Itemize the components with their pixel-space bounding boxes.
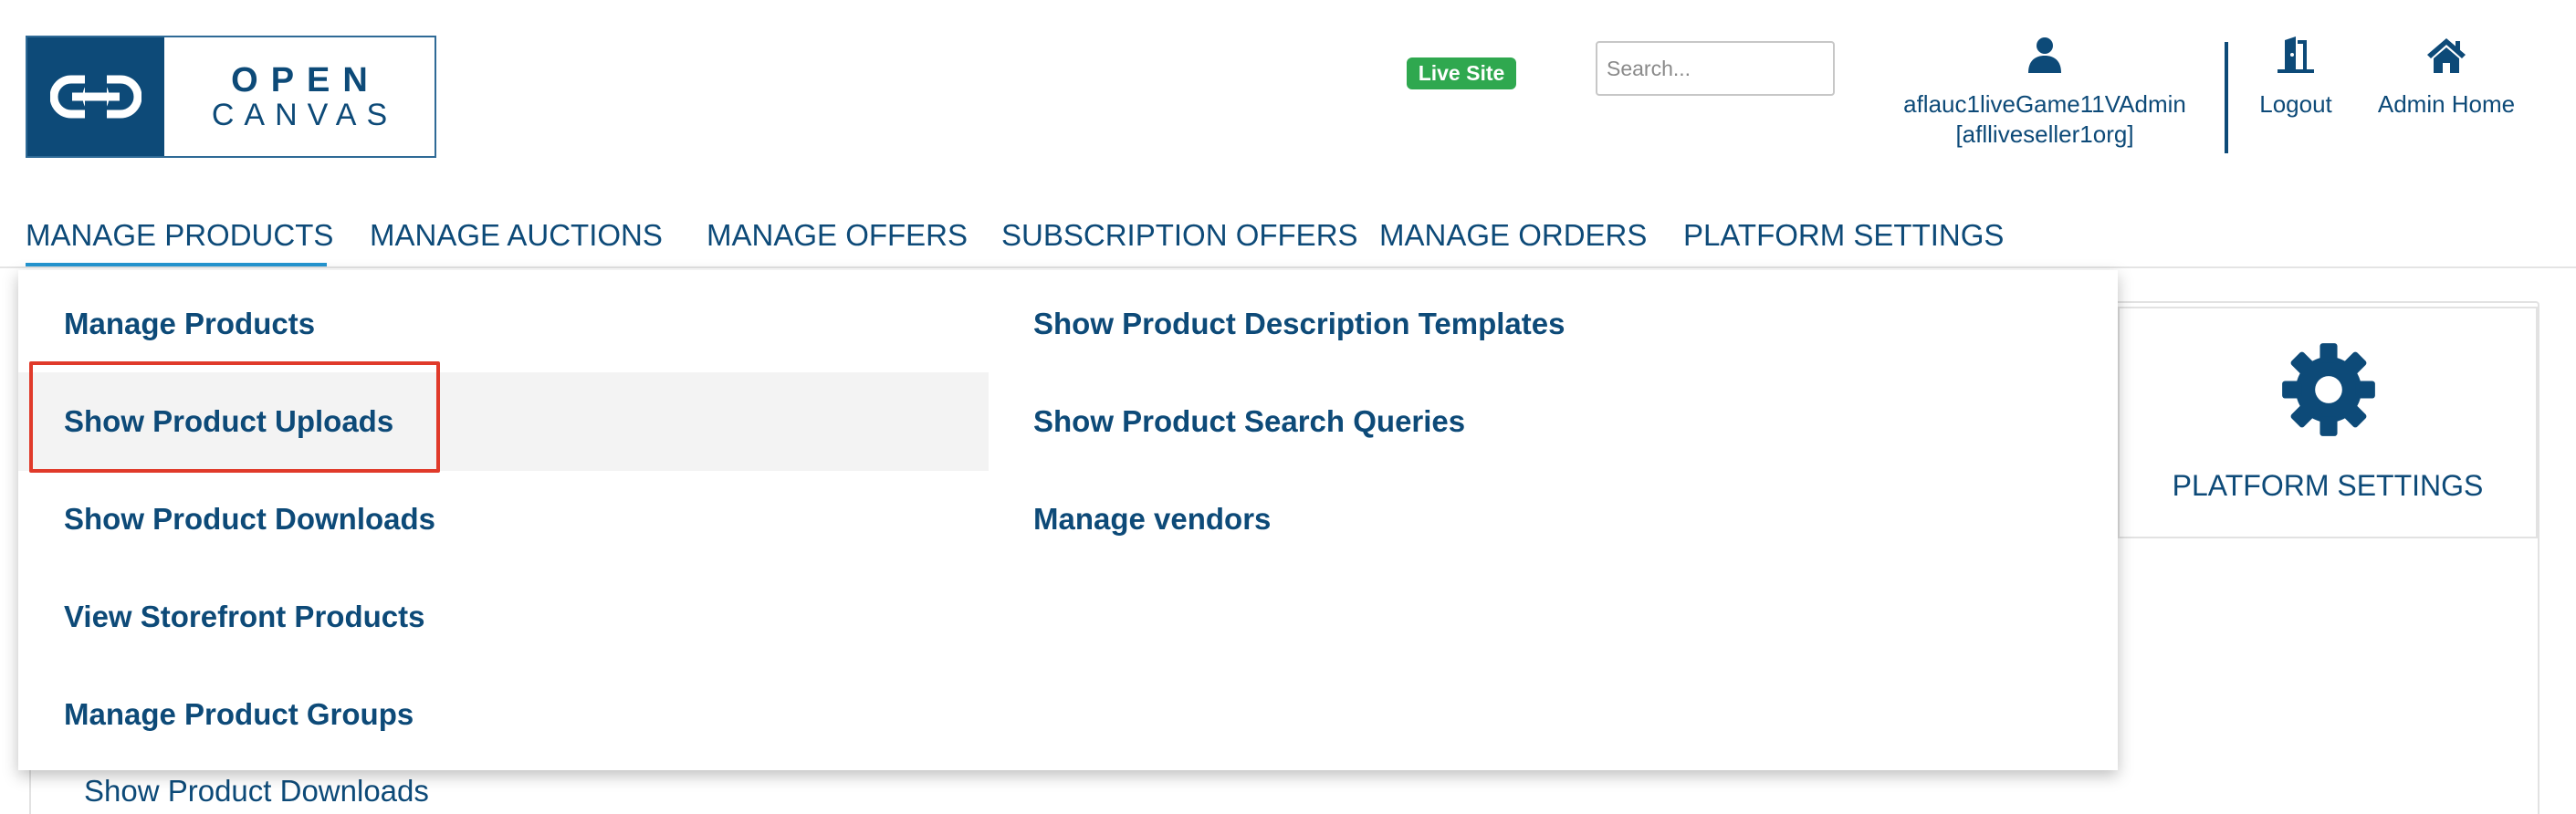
search-input[interactable] <box>1596 41 1835 96</box>
platform-settings-card[interactable]: PLATFORM SETTINGS <box>2118 307 2538 538</box>
background-link-show-product-downloads[interactable]: Show Product Downloads <box>84 774 429 809</box>
menu-item-manage-product-groups[interactable]: Manage Product Groups <box>64 697 414 732</box>
tab-manage-orders[interactable]: MANAGE ORDERS <box>1379 208 1647 268</box>
logout-link[interactable]: Logout <box>2247 37 2344 120</box>
user-name: aflauc1liveGame11VAdmin <box>1903 90 2186 118</box>
main-nav: MANAGE PRODUCTS MANAGE AUCTIONS MANAGE O… <box>0 208 2576 268</box>
logo[interactable]: OPEN CANVAS <box>26 36 436 158</box>
logout-label: Logout <box>2259 90 2332 118</box>
tab-manage-products[interactable]: MANAGE PRODUCTS <box>26 208 333 268</box>
menu-item-view-storefront-products[interactable]: View Storefront Products <box>64 600 424 634</box>
link-chain-icon <box>27 37 164 156</box>
menu-item-show-product-downloads[interactable]: Show Product Downloads <box>64 502 435 537</box>
gear-icon <box>2282 343 2375 436</box>
user-org: [aflliveseller1org] <box>1955 120 2134 148</box>
header-divider <box>2225 42 2228 153</box>
admin-home-label: Admin Home <box>2377 90 2516 118</box>
annotation-highlight-box <box>29 361 440 473</box>
user-icon <box>2028 37 2061 73</box>
menu-item-manage-vendors[interactable]: Manage vendors <box>1033 502 1271 537</box>
menu-item-show-product-description-templates[interactable]: Show Product Description Templates <box>1033 307 1565 341</box>
manage-products-dropdown: Manage Products Show Product Uploads Sho… <box>18 270 2118 770</box>
tab-platform-settings[interactable]: PLATFORM SETTINGS <box>1683 208 2004 268</box>
home-icon <box>2427 38 2466 73</box>
tab-manage-auctions[interactable]: MANAGE AUCTIONS <box>370 208 663 268</box>
live-site-badge[interactable]: Live Site <box>1407 57 1516 89</box>
user-account[interactable]: aflauc1liveGame11VAdmin [aflliveseller1o… <box>1880 37 2209 150</box>
door-exit-icon <box>2278 37 2314 73</box>
admin-home-link[interactable]: Admin Home <box>2366 37 2527 120</box>
menu-item-show-product-search-queries[interactable]: Show Product Search Queries <box>1033 404 1465 439</box>
nav-divider <box>0 266 2576 268</box>
logo-text-canvas: CANVAS <box>211 98 398 132</box>
tab-subscription-offers[interactable]: SUBSCRIPTION OFFERS <box>1001 208 1358 268</box>
tab-manage-offers[interactable]: MANAGE OFFERS <box>707 208 968 268</box>
menu-item-manage-products[interactable]: Manage Products <box>64 307 315 341</box>
platform-settings-card-label: PLATFORM SETTINGS <box>2172 469 2484 502</box>
logo-text-open: OPEN <box>231 61 381 99</box>
